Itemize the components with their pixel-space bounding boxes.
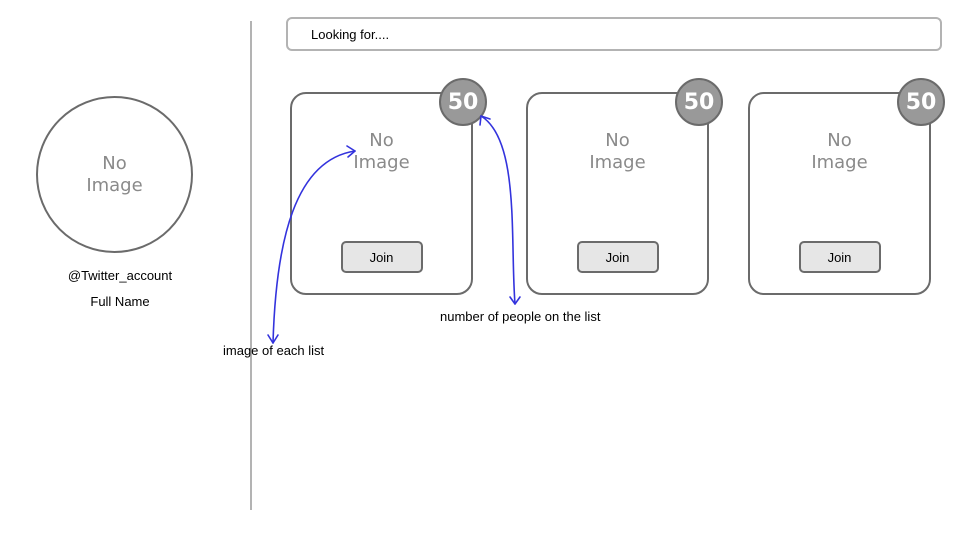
image-annotation-arrowhead-bottom [267,334,279,344]
count-annotation-arrow [480,115,516,305]
count-annotation-label: number of people on the list [440,309,601,324]
list-image: No Image [528,130,707,174]
profile-avatar: No Image [36,96,193,253]
list-image-placeholder-text: No Image [589,130,646,173]
member-count-badge: 50 [675,78,723,126]
join-button[interactable]: Join [798,241,881,273]
list-card[interactable]: No Image Join [526,92,709,295]
image-annotation-label: image of each list [223,343,325,358]
count-annotation-arrowhead-top [479,115,491,126]
full-name-label: Full Name [90,294,150,309]
member-count-badge: 50 [897,78,945,126]
list-image-placeholder-text: No Image [353,130,410,173]
count-annotation-arrowhead-bottom [509,296,521,305]
twitter-account-label: @Twitter_account [67,268,173,283]
list-image: No Image [750,130,929,174]
list-image-placeholder-text: No Image [811,130,868,173]
member-count-badge: 50 [439,78,487,126]
join-button[interactable]: Join [576,241,659,273]
search-input[interactable] [286,17,942,51]
list-card[interactable]: No Image Join [290,92,473,295]
list-card[interactable]: No Image Join [748,92,931,295]
avatar-placeholder-text: No Image [86,152,143,196]
vertical-divider [250,21,252,510]
join-button[interactable]: Join [340,241,423,273]
list-image: No Image [292,130,471,174]
